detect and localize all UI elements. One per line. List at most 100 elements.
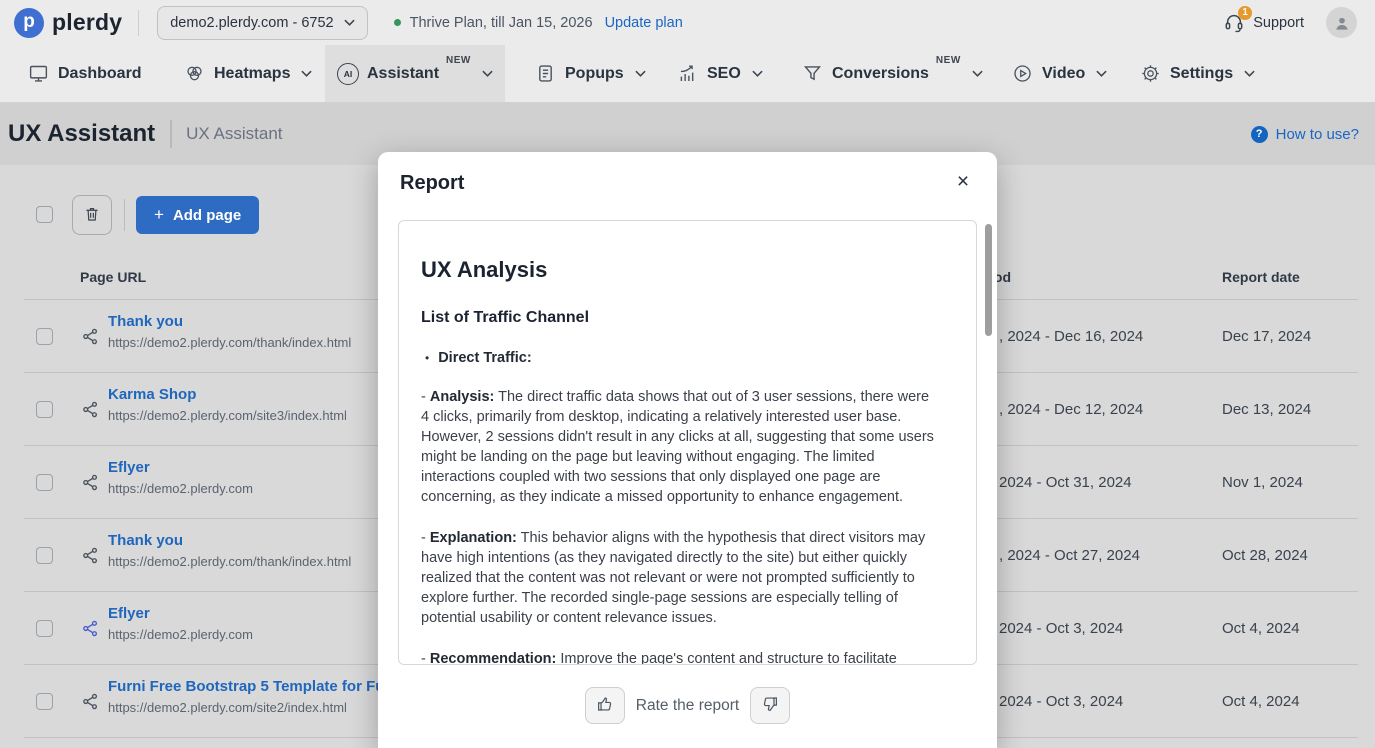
share-icon[interactable]	[81, 619, 100, 638]
thumbs-up-icon	[596, 695, 614, 716]
topbar-divider	[138, 10, 139, 36]
support-button[interactable]: 1 Support	[1223, 12, 1304, 34]
domain-select[interactable]: demo2.plerdy.com - 6752	[157, 6, 367, 40]
nav-item-heatmaps[interactable]: Heatmaps	[172, 45, 324, 102]
period-cell: , 2024 - Dec 16, 2024	[999, 328, 1143, 345]
nav-item-assistant[interactable]: AI Assistant NEW	[325, 45, 505, 102]
toolbar-divider	[124, 199, 125, 231]
column-report-date[interactable]: Report date	[1222, 269, 1300, 285]
nav-item-seo[interactable]: SEO	[665, 45, 775, 102]
domain-select-value: demo2.plerdy.com - 6752	[170, 15, 333, 31]
nav-item-popups[interactable]: Popups	[523, 45, 658, 102]
period-cell: 2024 - Oct 3, 2024	[999, 620, 1123, 637]
share-icon[interactable]	[81, 400, 100, 419]
thumbs-up-button[interactable]	[585, 687, 625, 724]
chevron-down-icon	[972, 70, 983, 77]
report-panel: UX Analysis List of Traffic Channel • Di…	[398, 220, 977, 665]
title-separator	[170, 120, 172, 148]
new-badge: NEW	[446, 55, 471, 66]
thumbs-down-icon	[761, 695, 779, 716]
nav-item-conversions[interactable]: Conversions NEW	[790, 45, 995, 102]
report-heading: UX Analysis	[421, 257, 934, 283]
period-cell: , 2024 - Dec 12, 2024	[999, 401, 1143, 418]
headset-icon: 1	[1223, 12, 1245, 34]
row-checkbox[interactable]	[36, 474, 53, 491]
question-icon: ?	[1251, 126, 1268, 143]
report-modal: Report × UX Analysis List of Traffic Cha…	[378, 152, 997, 748]
brand[interactable]: p plerdy	[14, 8, 122, 38]
settings-icon	[1140, 63, 1161, 84]
dashboard-icon	[28, 63, 49, 84]
row-checkbox[interactable]	[36, 401, 53, 418]
share-icon[interactable]	[81, 327, 100, 346]
plan-status: Thrive Plan, till Jan 15, 2026	[394, 15, 593, 31]
share-icon[interactable]	[81, 692, 100, 711]
nav-item-dashboard[interactable]: Dashboard	[16, 45, 154, 102]
heatmaps-icon	[184, 63, 205, 84]
app-page: p plerdy demo2.plerdy.com - 6752 Thrive …	[0, 0, 1375, 748]
plan-status-text: Thrive Plan, till Jan 15, 2026	[410, 15, 593, 31]
report-date-cell: Oct 28, 2024	[1222, 547, 1308, 564]
chevron-down-icon	[482, 70, 493, 77]
main-nav: Dashboard Heatmaps AI Assistant NEW Popu…	[0, 45, 1375, 103]
thumbs-down-button[interactable]	[750, 687, 790, 724]
support-label: Support	[1253, 15, 1304, 31]
popups-icon	[535, 63, 556, 84]
modal-footer: Rate the report	[378, 687, 997, 724]
scrollbar-thumb[interactable]	[985, 224, 992, 336]
how-to-use-link[interactable]: ? How to use?	[1251, 126, 1359, 143]
rate-label: Rate the report	[636, 697, 739, 715]
bullet-label: Direct Traffic:	[438, 350, 531, 366]
video-icon	[1012, 63, 1033, 84]
report-date-cell: Oct 4, 2024	[1222, 693, 1300, 710]
delete-button[interactable]	[72, 195, 112, 235]
period-cell: , 2024 - Oct 27, 2024	[999, 547, 1140, 564]
period-cell: 2024 - Oct 31, 2024	[999, 474, 1132, 491]
nav-item-settings[interactable]: Settings	[1128, 45, 1267, 102]
column-page-url[interactable]: Page URL	[80, 269, 146, 285]
report-date-cell: Nov 1, 2024	[1222, 474, 1303, 491]
select-all-checkbox[interactable]	[36, 206, 53, 223]
conversions-icon	[802, 63, 823, 84]
seo-icon	[677, 63, 698, 84]
update-plan-link[interactable]: Update plan	[605, 15, 683, 31]
close-icon: ×	[957, 170, 969, 193]
chevron-down-icon	[1096, 70, 1107, 77]
share-icon[interactable]	[81, 473, 100, 492]
chevron-down-icon	[301, 70, 312, 77]
report-date-cell: Dec 13, 2024	[1222, 401, 1311, 418]
trash-icon	[83, 205, 101, 226]
share-icon[interactable]	[81, 546, 100, 565]
period-cell: 2024 - Oct 3, 2024	[999, 693, 1123, 710]
report-date-cell: Dec 17, 2024	[1222, 328, 1311, 345]
chevron-down-icon	[1244, 70, 1255, 77]
report-date-cell: Oct 4, 2024	[1222, 620, 1300, 637]
close-button[interactable]: ×	[949, 168, 977, 196]
nav-item-video[interactable]: Video	[1000, 45, 1119, 102]
report-paragraph: - Recommendation: Improve the page's con…	[421, 649, 934, 665]
report-paragraph: - Explanation: This behavior aligns with…	[421, 528, 934, 628]
add-page-label: Add page	[173, 207, 241, 224]
breadcrumb: UX Assistant	[186, 124, 282, 144]
chevron-down-icon	[344, 19, 355, 26]
plus-icon: +	[154, 205, 164, 225]
row-checkbox[interactable]	[36, 693, 53, 710]
brand-name: plerdy	[52, 9, 122, 36]
row-checkbox[interactable]	[36, 547, 53, 564]
row-checkbox[interactable]	[36, 620, 53, 637]
brand-logo-icon: p	[14, 8, 44, 38]
row-checkbox[interactable]	[36, 328, 53, 345]
assistant-icon: AI	[337, 63, 358, 84]
add-page-button[interactable]: + Add page	[136, 196, 259, 234]
chevron-down-icon	[635, 70, 646, 77]
page-title: UX Assistant	[8, 120, 155, 148]
report-paragraph: - Analysis: The direct traffic data show…	[421, 387, 934, 507]
avatar[interactable]	[1326, 7, 1357, 38]
status-dot-icon	[394, 19, 401, 26]
how-to-use-label: How to use?	[1276, 126, 1359, 143]
top-bar: p plerdy demo2.plerdy.com - 6752 Thrive …	[0, 0, 1375, 45]
new-badge: NEW	[936, 55, 961, 66]
report-subheading: List of Traffic Channel	[421, 309, 934, 327]
bullet-item: • Direct Traffic:	[421, 350, 934, 366]
modal-title: Report	[400, 172, 464, 195]
